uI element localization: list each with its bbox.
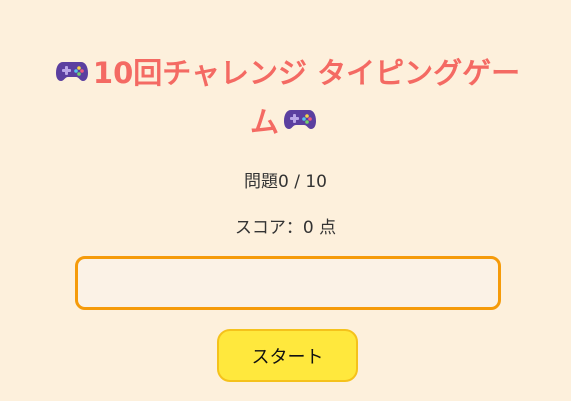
typing-input-container bbox=[75, 256, 501, 310]
typing-game-app: 10回チャレンジ タイピングゲーム 問題0 / 10 スコア：0 点 スタート bbox=[0, 0, 571, 401]
typing-input[interactable] bbox=[75, 256, 501, 310]
gamepad-icon bbox=[55, 49, 89, 96]
question-counter: 問題0 / 10 bbox=[244, 172, 327, 192]
gamepad-icon bbox=[283, 97, 317, 144]
score-display: スコア：0 点 bbox=[234, 218, 337, 238]
start-button[interactable]: スタート bbox=[217, 329, 358, 382]
page-title: 10回チャレンジ タイピングゲーム bbox=[40, 50, 531, 147]
